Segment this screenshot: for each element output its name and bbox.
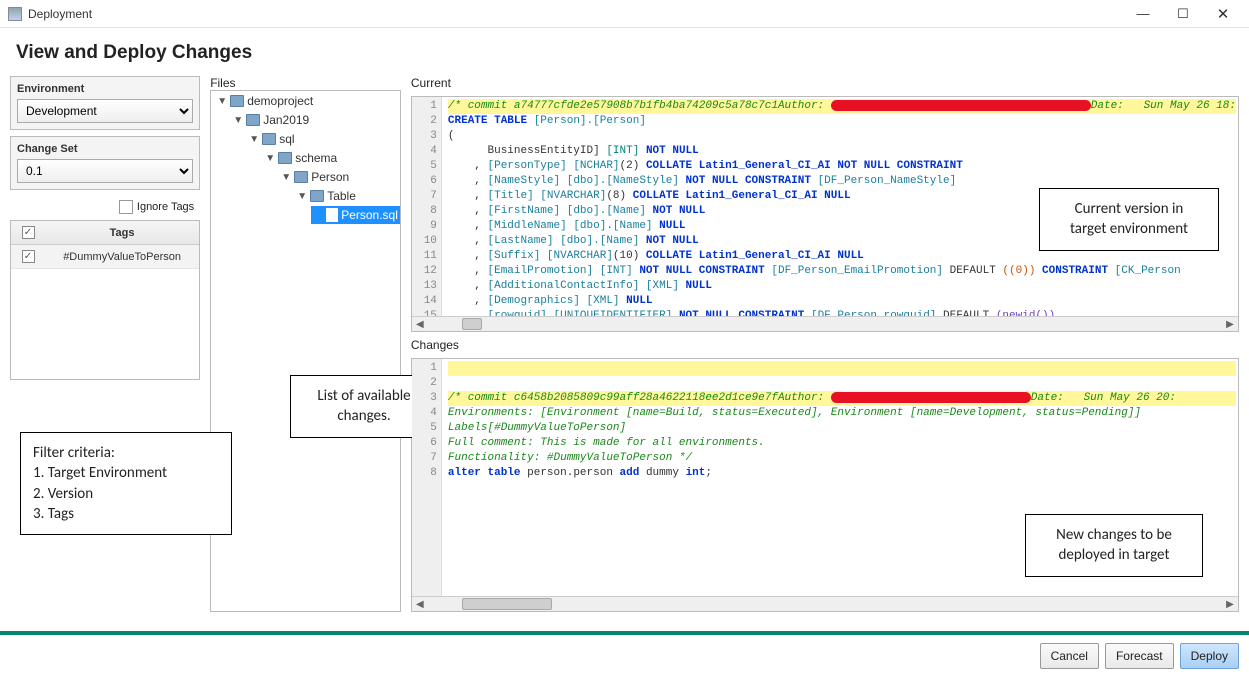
tags-table: ✓ Tags ✓ #DummyValueToPerson xyxy=(10,220,200,380)
files-panel: Files ▼demoproject ▼Jan2019 ▼sql ▼schema… xyxy=(210,76,401,612)
h-scrollbar[interactable]: ◀▶ xyxy=(412,316,1238,331)
footer: Cancel Forecast Deploy xyxy=(0,631,1249,677)
folder-icon xyxy=(246,114,260,126)
current-label: Current xyxy=(411,76,1239,90)
folder-icon xyxy=(262,133,276,145)
callout-current: Current version in target environment xyxy=(1039,188,1219,251)
chevron-down-icon[interactable]: ▼ xyxy=(249,134,259,145)
filter-panel: Environment Development Change Set 0.1 I… xyxy=(10,76,200,612)
ignore-tags-checkbox[interactable] xyxy=(119,200,133,214)
chevron-down-icon[interactable]: ▼ xyxy=(265,153,275,164)
redacted xyxy=(831,392,1031,403)
gutter: 12345678 xyxy=(412,359,442,596)
app-icon xyxy=(8,7,22,21)
gutter: 123456789101112131415 xyxy=(412,97,442,316)
tags-header-label: Tags xyxy=(45,227,199,239)
chevron-down-icon[interactable]: ▼ xyxy=(217,96,227,107)
changeset-select[interactable]: 0.1 xyxy=(17,159,193,183)
chevron-down-icon[interactable]: ▼ xyxy=(281,172,291,183)
cancel-button[interactable]: Cancel xyxy=(1040,643,1099,669)
ignore-tags-label: Ignore Tags xyxy=(137,201,194,213)
tags-header-check[interactable]: ✓ xyxy=(22,226,35,239)
files-tree[interactable]: ▼demoproject ▼Jan2019 ▼sql ▼schema ▼Pers… xyxy=(210,90,401,612)
environment-select[interactable]: Development xyxy=(17,99,193,123)
forecast-button[interactable]: Forecast xyxy=(1105,643,1174,669)
files-label: Files xyxy=(210,76,401,90)
changes-label: Changes xyxy=(411,338,1239,352)
tag-value: #DummyValueToPerson xyxy=(45,251,199,263)
file-icon xyxy=(326,208,338,222)
folder-icon xyxy=(294,171,308,183)
folder-icon xyxy=(278,152,292,164)
minimize-button[interactable]: — xyxy=(1123,2,1163,26)
callout-filter: Filter criteria: 1. Target Environment 2… xyxy=(20,432,232,535)
folder-icon xyxy=(310,190,324,202)
window-title: Deployment xyxy=(28,7,1123,21)
table-row[interactable]: ✓ #DummyValueToPerson xyxy=(11,245,199,269)
page-title: View and Deploy Changes xyxy=(0,28,1249,76)
h-scrollbar[interactable]: ◀▶ xyxy=(412,596,1238,611)
environment-label: Environment xyxy=(17,83,193,95)
code-panel-group: Current 123456789101112131415 /* commit … xyxy=(411,76,1239,612)
chevron-down-icon[interactable]: ▼ xyxy=(233,115,243,126)
callout-changes: New changes to be deployed in target xyxy=(1025,514,1203,577)
tag-check[interactable]: ✓ xyxy=(22,250,35,263)
redacted xyxy=(831,100,1091,111)
titlebar: Deployment — ☐ ✕ xyxy=(0,0,1249,28)
changeset-label: Change Set xyxy=(17,143,193,155)
tree-file-selected[interactable]: Person.sql xyxy=(311,206,400,224)
chevron-down-icon[interactable]: ▼ xyxy=(297,191,307,202)
folder-icon xyxy=(230,95,244,107)
maximize-button[interactable]: ☐ xyxy=(1163,2,1203,26)
deploy-button[interactable]: Deploy xyxy=(1180,643,1239,669)
close-button[interactable]: ✕ xyxy=(1203,2,1243,26)
